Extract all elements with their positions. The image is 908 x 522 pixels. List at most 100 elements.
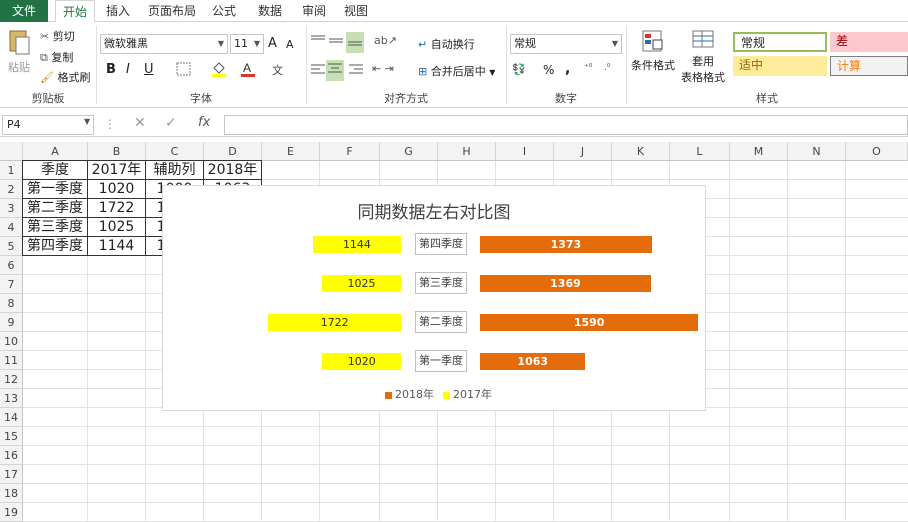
fill-color-button[interactable] (210, 60, 228, 81)
row-header-9[interactable]: 9 (0, 313, 23, 332)
indent-button[interactable]: ⇤ ⇥ (372, 62, 394, 75)
row-header-7[interactable]: 7 (0, 275, 23, 294)
table-cell[interactable]: 1020 (87, 179, 146, 199)
bar-2018-3[interactable]: 1063 (480, 353, 586, 370)
column-header-K[interactable]: K (612, 142, 670, 161)
shrink-font-button[interactable]: A (286, 38, 294, 51)
row-header-8[interactable]: 8 (0, 294, 23, 313)
tab-insert[interactable]: 插入 (100, 0, 136, 22)
comma-button[interactable]: , (565, 61, 570, 77)
percent-button[interactable]: % (543, 63, 554, 77)
decrease-decimal-button[interactable]: .⁰ (604, 63, 610, 73)
row-header-13[interactable]: 13 (0, 389, 23, 408)
column-header-J[interactable]: J (554, 142, 612, 161)
copy-button[interactable]: ⧉ 复制 (40, 49, 73, 65)
column-header-C[interactable]: C (146, 142, 204, 161)
orientation-button[interactable]: ab↗ (374, 34, 397, 47)
currency-button[interactable]: 💱 (512, 63, 526, 76)
table-cell[interactable]: 第一季度 (22, 179, 88, 199)
tab-home[interactable]: 开始 (55, 0, 95, 23)
table-header-cell[interactable]: 季度 (22, 160, 88, 180)
tab-file[interactable]: 文件 (0, 0, 48, 22)
table-cell[interactable]: 第三季度 (22, 217, 88, 237)
font-size-select[interactable]: 11 ▼ (230, 34, 264, 54)
bold-button[interactable]: B (106, 62, 116, 77)
table-cell[interactable]: 1144 (87, 236, 146, 256)
bar-2017-3[interactable]: 1020 (322, 353, 401, 370)
table-cell[interactable]: 1722 (87, 198, 146, 218)
style-neutral[interactable]: 适中 (733, 56, 827, 76)
column-header-N[interactable]: N (788, 142, 846, 161)
format-painter-button[interactable]: 🖌 格式刷 (40, 69, 90, 85)
font-color-button[interactable]: A (240, 60, 256, 81)
italic-button[interactable]: I (126, 62, 130, 77)
align-top-button[interactable] (310, 34, 326, 51)
align-bottom-button[interactable] (346, 32, 364, 53)
style-calculation[interactable]: 计算 (830, 56, 908, 76)
chart[interactable]: 同期数据左右对比图 1144 第四季度 1373 1025 第三季度 1369 1722 第二… (162, 185, 706, 411)
column-header-M[interactable]: M (730, 142, 788, 161)
cancel-icon[interactable]: ✕ (134, 115, 146, 131)
bar-2017-1[interactable]: 1025 (322, 275, 401, 292)
formula-input[interactable] (224, 115, 908, 135)
column-header-G[interactable]: G (380, 142, 438, 161)
row-header-10[interactable]: 10 (0, 332, 23, 351)
column-header-O[interactable]: O (846, 142, 908, 161)
row-header-1[interactable]: 1 (0, 161, 23, 180)
format-as-table-button[interactable]: 套用 表格格式 (676, 28, 730, 85)
row-header-18[interactable]: 18 (0, 484, 23, 503)
column-header-L[interactable]: L (670, 142, 730, 161)
row-header-5[interactable]: 5 (0, 237, 23, 256)
row-header-12[interactable]: 12 (0, 370, 23, 389)
bar-2018-2[interactable]: 1590 (480, 314, 699, 331)
column-header-F[interactable]: F (320, 142, 380, 161)
table-header-cell[interactable]: 2017年 (87, 160, 146, 180)
row-header-4[interactable]: 4 (0, 218, 23, 237)
conditional-format-button[interactable]: 条件格式 (630, 28, 676, 73)
row-header-2[interactable]: 2 (0, 180, 23, 199)
phonetic-button[interactable]: 文 (272, 62, 283, 78)
table-cell[interactable]: 第四季度 (22, 236, 88, 256)
tab-page-layout[interactable]: 页面布局 (144, 0, 200, 22)
table-header-cell[interactable]: 辅助列 (145, 160, 204, 180)
underline-button[interactable]: U (144, 62, 154, 77)
bar-2017-0[interactable]: 1144 (312, 236, 401, 253)
style-bad[interactable]: 差 (830, 32, 908, 52)
row-header-14[interactable]: 14 (0, 408, 23, 427)
cut-button[interactable]: ✂ 剪切 (40, 28, 75, 44)
wrap-text-button[interactable]: ↵ 自动换行 (418, 36, 475, 52)
tab-view[interactable]: 视图 (338, 0, 374, 22)
column-header-B[interactable]: B (88, 142, 146, 161)
column-header-H[interactable]: H (438, 142, 496, 161)
row-header-3[interactable]: 3 (0, 199, 23, 218)
column-header-D[interactable]: D (204, 142, 262, 161)
insert-function-icon[interactable]: fx (198, 115, 210, 130)
name-box[interactable]: P4 (2, 115, 94, 135)
column-header-A[interactable]: A (23, 142, 88, 161)
row-header-6[interactable]: 6 (0, 256, 23, 275)
font-name-select[interactable]: 微软雅黑 ▼ (100, 34, 228, 54)
row-header-11[interactable]: 11 (0, 351, 23, 370)
column-header-E[interactable]: E (262, 142, 320, 161)
row-header-15[interactable]: 15 (0, 427, 23, 446)
tab-formulas[interactable]: 公式 (206, 0, 242, 22)
table-header-cell[interactable]: 2018年 (203, 160, 262, 180)
bar-2017-2[interactable]: 1722 (268, 314, 401, 331)
align-middle-button[interactable] (328, 34, 344, 51)
paste-button[interactable]: 粘贴 (4, 28, 34, 75)
table-cell[interactable]: 第二季度 (22, 198, 88, 218)
merge-center-button[interactable]: ⊞ 合并后居中 ▼ (418, 63, 495, 79)
row-header-16[interactable]: 16 (0, 446, 23, 465)
bar-2018-1[interactable]: 1369 (480, 275, 651, 292)
tab-review[interactable]: 审阅 (296, 0, 332, 22)
confirm-icon[interactable]: ✓ (165, 115, 177, 131)
bar-2018-0[interactable]: 1373 (480, 236, 652, 253)
grow-font-button[interactable]: A (268, 36, 277, 51)
increase-decimal-button[interactable]: ⁺⁰ (584, 63, 592, 73)
table-cell[interactable]: 1025 (87, 217, 146, 237)
tab-data[interactable]: 数据 (252, 0, 288, 22)
select-all-corner[interactable] (0, 142, 23, 161)
style-normal[interactable]: 常规 (733, 32, 827, 52)
align-right-button[interactable] (348, 62, 364, 79)
row-header-17[interactable]: 17 (0, 465, 23, 484)
